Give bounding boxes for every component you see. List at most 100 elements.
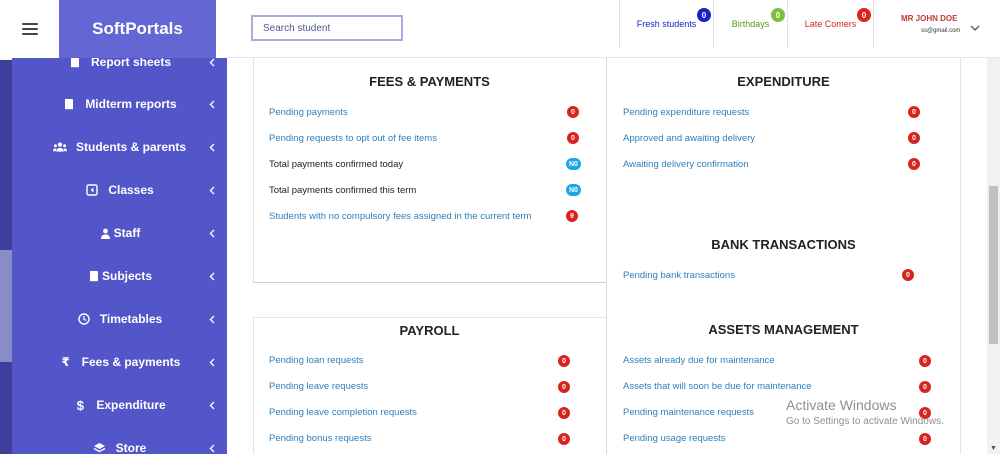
sidebar-item-expenditure[interactable]: $ Expenditure — [12, 390, 227, 420]
sidebar-item-fees-payments[interactable]: ₹ Fees & payments — [12, 347, 227, 377]
birthdays-label: Birthdays — [731, 19, 770, 29]
payroll-row-leave-completion[interactable]: Pending leave completion requests — [269, 403, 417, 421]
bank-row-pending-transactions[interactable]: Pending bank transactions — [623, 266, 735, 284]
sidebar-item-label: Classes — [108, 183, 154, 197]
top-header: Fresh students 0 Birthdays 0 Late Comers… — [227, 0, 1000, 58]
book-icon — [68, 58, 82, 69]
store-icon — [93, 441, 107, 454]
chevron-left-icon — [207, 140, 217, 154]
payroll-title: PAYROLL — [399, 323, 460, 338]
count-badge: 0 — [558, 433, 570, 445]
user-name: MR JOHN DOE — [901, 14, 958, 23]
sidebar-item-staff[interactable]: Staff — [12, 218, 227, 248]
search-input[interactable] — [251, 15, 403, 41]
users-icon — [52, 140, 67, 154]
expenditure-row-delivery-confirmation[interactable]: Awaiting delivery confirmation — [623, 155, 749, 173]
left-scroll-thumb[interactable] — [0, 250, 12, 362]
chevron-left-icon — [207, 183, 217, 197]
late-comers-badge: 0 — [857, 8, 871, 22]
count-badge: 0 — [558, 381, 570, 393]
fees-payments-title: FEES & PAYMENTS — [369, 74, 490, 89]
assets-row-due-maintenance[interactable]: Assets already due for maintenance — [623, 351, 775, 369]
sidebar-item-midterm-reports[interactable]: Midterm reports — [12, 89, 227, 119]
late-comers-label: Late Comers — [804, 19, 857, 29]
assets-row-maintenance-requests[interactable]: Pending maintenance requests — [623, 403, 754, 421]
late-comers-button[interactable]: Late Comers 0 — [788, 0, 874, 48]
count-badge: 0 — [919, 381, 931, 393]
count-badge: 0 — [908, 132, 920, 144]
chevron-left-icon — [207, 226, 217, 240]
expenditure-title: EXPENDITURE — [737, 74, 830, 89]
book-icon — [62, 97, 76, 111]
watermark-subtitle: Go to Settings to activate Windows. — [786, 416, 944, 427]
scroll-down-arrow-icon[interactable]: ▼ — [990, 445, 997, 452]
expenditure-row-pending-requests[interactable]: Pending expenditure requests — [623, 103, 749, 121]
sidebar-item-label: Students & parents — [75, 140, 186, 154]
activate-windows-watermark: Activate Windows Go to Settings to activ… — [786, 397, 944, 427]
count-badge: 0 — [919, 433, 931, 445]
chevron-left-icon — [207, 58, 217, 69]
sidebar-item-students-parents[interactable]: Students & parents — [12, 132, 227, 162]
main-scrollbar[interactable]: ▼ — [987, 58, 1000, 454]
chevron-left-icon — [207, 269, 217, 283]
rupee-icon: ₹ — [61, 355, 70, 369]
class-icon — [85, 183, 99, 197]
count-badge: 0 — [902, 269, 914, 281]
sidebar-item-timetables[interactable]: Timetables — [12, 304, 227, 334]
sidebar: Report sheets Midterm reports Students &… — [12, 58, 227, 454]
birthdays-badge: 0 — [771, 8, 785, 22]
count-badge: 0 — [558, 355, 570, 367]
fresh-students-label: Fresh students — [636, 19, 697, 29]
payroll-row-leave-requests[interactable]: Pending leave requests — [269, 377, 368, 395]
chevron-left-icon — [207, 441, 217, 454]
sidebar-item-store[interactable]: Store — [12, 433, 227, 454]
fees-row-confirmed-term: Total payments confirmed this term — [269, 184, 417, 196]
right-panel-border — [960, 58, 961, 454]
count-badge: 0 — [919, 355, 931, 367]
chevron-left-icon — [207, 312, 217, 326]
count-badge: 0 — [908, 158, 920, 170]
user-icon — [99, 226, 113, 240]
count-badge: 9 — [566, 210, 578, 222]
sidebar-item-classes[interactable]: Classes — [12, 175, 227, 205]
left-scroll-strip — [0, 60, 12, 454]
count-badge: 0 — [567, 106, 579, 118]
count-badge: 0 — [908, 106, 920, 118]
fresh-students-badge: 0 — [697, 8, 711, 22]
payroll-row-loan-requests[interactable]: Pending loan requests — [269, 351, 364, 369]
clock-icon — [77, 312, 91, 326]
brand-logo[interactable]: SoftPortals — [59, 0, 216, 58]
sidebar-item-label: Subjects — [101, 269, 152, 283]
sidebar-item-label: Store — [115, 441, 147, 454]
user-menu[interactable]: MR JOHN DOE ss@gmail.com — [873, 0, 1000, 48]
fresh-students-button[interactable]: Fresh students 0 — [619, 0, 714, 48]
expenditure-row-awaiting-delivery[interactable]: Approved and awaiting delivery — [623, 129, 755, 147]
fees-row-opt-out-requests[interactable]: Pending requests to opt out of fee items — [269, 129, 437, 147]
payroll-row-bonus-requests[interactable]: Pending bonus requests — [269, 429, 371, 447]
fees-row-confirmed-today: Total payments confirmed today — [269, 158, 404, 170]
count-badge: N0 — [566, 184, 581, 196]
chevron-down-icon — [970, 18, 980, 36]
birthdays-button[interactable]: Birthdays 0 — [714, 0, 788, 48]
scrollbar-thumb[interactable] — [989, 186, 998, 344]
user-email: ss@gmail.com — [921, 28, 961, 34]
sidebar-item-label: Report sheets — [90, 58, 172, 69]
sidebar-item-report-sheets[interactable]: Report sheets — [12, 58, 227, 77]
sidebar-item-label: Staff — [113, 226, 141, 240]
chevron-left-icon — [207, 398, 217, 412]
fees-row-no-compulsory-fees[interactable]: Students with no compulsory fees assigne… — [269, 207, 531, 225]
count-badge: 0 — [567, 132, 579, 144]
bank-transactions-title: BANK TRANSACTIONS — [711, 237, 856, 252]
dashboard-main: FEES & PAYMENTS Pending payments 0 Pendi… — [227, 58, 987, 454]
fees-row-pending-payments[interactable]: Pending payments — [269, 103, 348, 121]
dollar-icon: $ — [76, 397, 84, 413]
sidebar-item-label: Timetables — [99, 312, 163, 326]
sidebar-item-subjects[interactable]: Subjects — [12, 261, 227, 291]
assets-row-usage-requests[interactable]: Pending usage requests — [623, 429, 725, 447]
assets-row-soon-due[interactable]: Assets that will soon be due for mainten… — [623, 377, 812, 395]
assets-management-title: ASSETS MANAGEMENT — [708, 322, 859, 337]
chevron-left-icon — [207, 355, 217, 369]
menu-toggle-area — [0, 0, 59, 58]
book-icon — [87, 269, 101, 283]
hamburger-menu-icon[interactable] — [21, 23, 38, 35]
